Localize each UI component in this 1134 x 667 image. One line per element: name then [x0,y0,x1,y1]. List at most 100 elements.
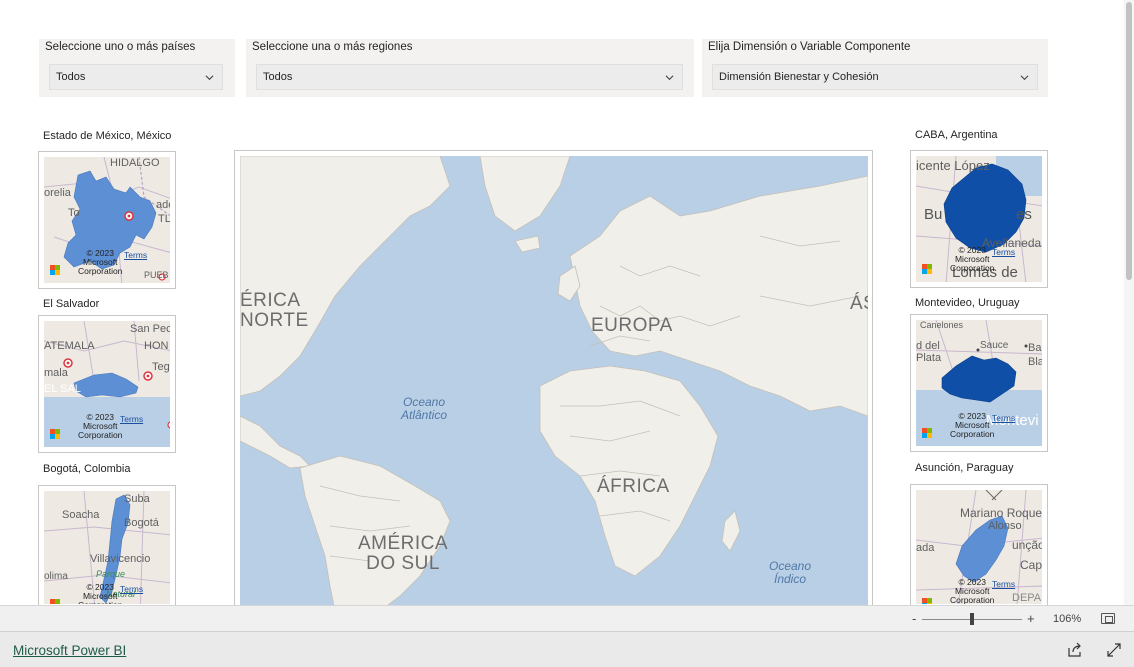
attribution-text: © 2023MicrosoftCorporation [950,411,995,439]
place-label: Plata [916,352,942,364]
terms-link[interactable]: Terms [124,250,147,260]
card-title-bogota: Bogotá, Colombia [43,463,131,475]
place-label: Mariano Roque [960,506,1042,520]
attribution-text: © 2023MicrosoftCorporation [78,248,123,276]
map-montevideo[interactable]: Canelones d del Plata Sauce Bar Bla Mont… [910,314,1048,452]
region-dropdown[interactable]: Todos [256,64,683,90]
continent-label-europe: EUROPA [591,315,673,336]
continent-label-south-america: AMÉRICA DO SUL [358,533,449,574]
place-label: unção [1012,538,1042,552]
place-label: ada [916,542,935,554]
ocean-label-atlantic: Oceano Atlântico [401,395,448,422]
map-elsalvador[interactable]: ATEMALA San Pec HON mala Teg EL SAL © 20… [38,315,176,453]
region-slicer-title: Seleccione una o más regiones [252,41,413,53]
place-label: Alonso [988,520,1022,532]
place-label: Teg [152,361,170,373]
map-asuncion[interactable]: Mariano Roque Alonso ada unção Capi DEPA… [910,484,1048,605]
zoom-slider-handle[interactable] [970,613,974,625]
dimension-slicer-title: Elija Dimensión o Variable Componente [708,41,911,53]
place-label: olima [44,571,68,582]
fit-to-page-icon[interactable] [1101,613,1115,624]
scrollbar-thumb[interactable] [1126,2,1132,280]
attribution-text: © 2023MicrosoftCorporation [950,245,995,273]
attribution-text: © 2023MicrosoftCorporation [78,412,123,440]
place-label: Bla [1028,356,1042,368]
place-label: To [68,207,80,219]
microsoft-logo-icon [922,428,932,438]
place-label: PUEB [144,270,169,280]
terms-link[interactable]: Terms [120,414,143,424]
ocean-label-indian: Oceano Índico [769,559,812,586]
card-title-asuncion: Asunción, Paraguay [915,462,1014,474]
place-label: icente López [916,158,990,173]
share-icon[interactable] [1067,642,1083,658]
world-map-shapes [240,156,868,605]
place-label: Soacha [62,509,100,521]
attribution-text: © 2023MicrosoftCorporation [950,577,995,605]
footer-bar: Microsoft Power BI [0,631,1134,667]
place-label: HON [144,340,169,352]
card-title-caba: CABA, Argentina [915,129,998,141]
place-label: Parque [96,569,126,579]
card-title-montevideo: Montevideo, Uruguay [915,297,1020,309]
place-label: HIDALGO [110,157,160,169]
map-bogota[interactable]: Suba Soacha Bogotá Villavicencio olima P… [38,485,176,605]
country-slicer-title: Seleccione uno o más países [45,41,196,53]
region-dropdown-value: Todos [263,71,293,83]
microsoft-logo-icon [50,429,60,439]
place-label: d del [916,340,940,352]
place-label: Capi [1020,558,1042,572]
chevron-down-icon [205,75,214,81]
terms-link[interactable]: Terms [992,247,1015,257]
dimension-dropdown[interactable]: Dimensión Bienestar y Cohesión [712,64,1038,90]
place-label: Villavicencio [90,553,151,565]
place-label: ade [156,199,170,211]
place-label: Bar [1028,342,1042,354]
zoom-out-button[interactable]: - [912,611,916,626]
dimension-slicer: Elija Dimensión o Variable Componente Di… [702,39,1048,97]
chevron-down-icon [665,75,674,81]
place-label: es [1016,206,1032,223]
place-label: Sauce [980,340,1009,351]
card-title-edomex: Estado de México, México [43,130,172,142]
place-label: DEPAR [1012,592,1042,604]
map-caba[interactable]: icente López Bu es Avellaneda Lomas de ©… [910,150,1048,288]
country-dropdown[interactable]: Todos [49,64,223,90]
continent-label-africa: ÁFRICA [597,476,670,497]
continent-label-asia: ÁS [850,293,868,314]
place-label: mala [44,367,68,379]
place-label: orelia [44,187,71,199]
place-label: Suba [124,493,150,505]
zoom-percent: 106% [1053,613,1082,625]
zoom-bar: - + 106% [0,605,1134,631]
vertical-scrollbar[interactable] [1124,0,1134,605]
country-dropdown-value: Todos [56,71,86,83]
zoom-in-button[interactable]: + [1027,611,1035,626]
world-map[interactable]: ÉRICANORTE EUROPA ÁS ÁFRICA AMÉRICADO SU… [240,156,868,605]
place-label: ATEMALA [44,340,95,352]
expand-icon[interactable] [1106,642,1122,658]
place-label: Bu [924,206,943,223]
microsoft-logo-icon [50,265,60,275]
microsoft-logo-icon [50,599,60,604]
map-edomex[interactable]: HIDALGO orelia To ade TLA PUEB © 2023Mic… [38,151,176,289]
place-label: TLA [158,213,170,225]
microsoft-logo-icon [922,598,932,604]
microsoft-logo-icon [922,264,932,274]
terms-link[interactable]: Terms [992,579,1015,589]
terms-link[interactable]: Terms [120,584,143,594]
continent-label-north-america: ÉRICA NORTE [240,290,309,331]
world-map-visual[interactable]: ÉRICANORTE EUROPA ÁS ÁFRICA AMÉRICADO SU… [234,150,873,605]
region-slicer: Seleccione una o más regiones Todos [246,39,694,97]
report-canvas: Seleccione uno o más países Todos Selecc… [0,0,1134,605]
place-label: EL SAL [44,383,81,395]
card-title-elsalvador: El Salvador [43,298,100,310]
place-label: Canelones [920,320,964,330]
power-bi-link[interactable]: Microsoft Power BI [13,643,126,658]
place-label: Bogotá [124,517,159,529]
place-label: San Pec [130,323,170,335]
attribution-text: © 2023MicrosoftCorporation [78,582,122,605]
terms-link[interactable]: Terms [992,413,1015,423]
dimension-dropdown-value: Dimensión Bienestar y Cohesión [719,71,879,83]
country-slicer: Seleccione uno o más países Todos [39,39,235,97]
